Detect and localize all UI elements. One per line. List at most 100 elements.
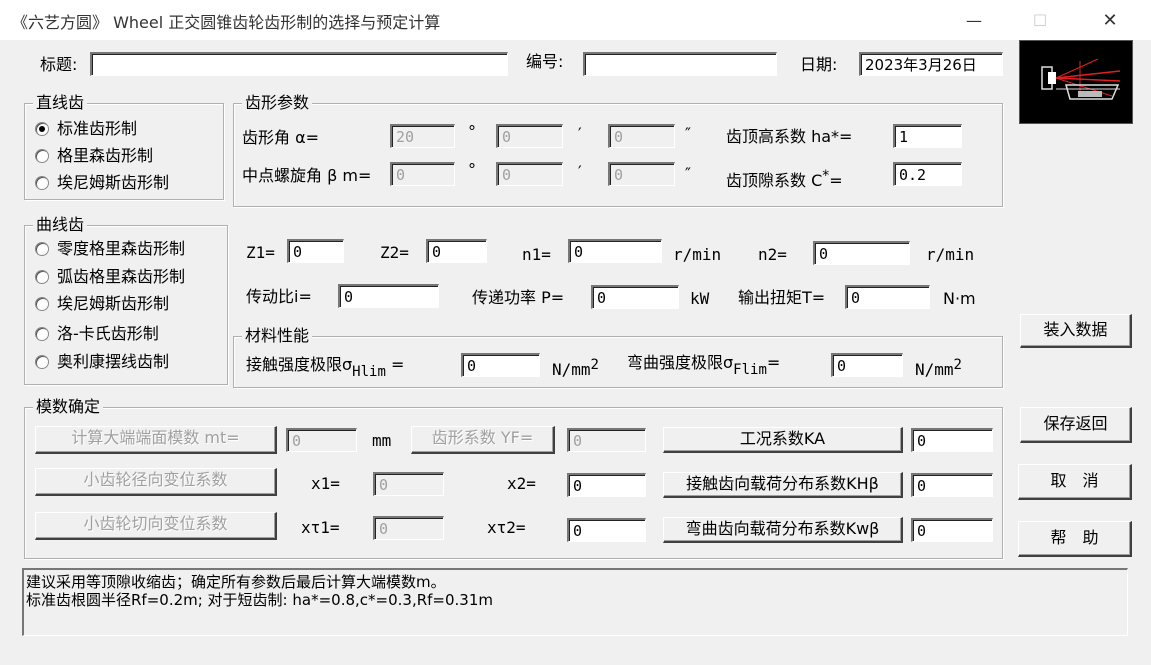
radio-label: 埃尼姆斯齿形制	[57, 294, 170, 313]
note-line: 建议采用等顶隙收缩齿；确定所有参数后最后计算大端模数m。	[26, 573, 446, 591]
min-symbol: ′	[578, 124, 582, 143]
close-button[interactable]: ✕	[1087, 0, 1133, 40]
radio-straight-standard[interactable]: 标准齿形制	[35, 119, 137, 139]
torque-unit: N·m	[943, 289, 976, 308]
notes-textarea[interactable]: 建议采用等顶隙收缩齿；确定所有参数后最后计算大端模数m。 标准齿根圆半径Rf=0…	[22, 568, 1128, 636]
load-data-button[interactable]: 装入数据	[1020, 314, 1132, 348]
close-icon: ✕	[1102, 9, 1118, 31]
contact-unit: N/mm2	[552, 357, 599, 379]
spiral-angle-label: 中点螺旋角 β m=	[242, 166, 372, 185]
bending-strength-label: 弯曲强度极限σFlim=	[627, 353, 781, 378]
bevel-gear-icon	[1041, 58, 1121, 100]
app-logo	[1019, 40, 1133, 124]
radio-curved-enims[interactable]: 埃尼姆斯齿形制	[35, 294, 169, 314]
window-title: 《六艺方圆》 Wheel 正交圆锥齿轮齿形制的选择与预定计算	[12, 13, 441, 32]
minimize-button[interactable]: —	[951, 0, 997, 40]
spiral-angle-deg-input: 0	[390, 162, 455, 186]
pressure-angle-min-input: 0	[496, 124, 563, 148]
torque-input[interactable]: 0	[845, 285, 930, 309]
power-label: 传递功率 P=	[472, 288, 565, 307]
x2-label: x2=	[507, 474, 536, 493]
curved-tooth-group: 曲线齿 零度格里森齿形制 弧齿格里森齿形制 埃尼姆斯齿形制 洛-卡氏齿形制 奥利…	[24, 216, 228, 385]
radio-icon	[35, 270, 49, 284]
ka-input[interactable]: 0	[911, 428, 993, 452]
cancel-button[interactable]: 取 消	[1018, 464, 1132, 500]
help-button[interactable]: 帮 助	[1018, 521, 1132, 557]
title-input[interactable]	[90, 52, 508, 76]
yf-input: 0	[567, 428, 646, 452]
torque-label: 输出扭矩T=	[738, 288, 826, 307]
z2-input[interactable]: 0	[426, 239, 487, 263]
ratio-label: 传动比i=	[246, 287, 312, 306]
contact-strength-label: 接触强度极限σHlim =	[246, 355, 405, 380]
power-unit: kW	[690, 289, 710, 308]
title-label: 标题:	[40, 55, 78, 74]
date-label: 日期:	[800, 55, 838, 74]
z1-input[interactable]: 0	[287, 239, 344, 263]
radio-icon	[35, 176, 49, 190]
contact-strength-input[interactable]: 0	[461, 353, 540, 377]
khb-button[interactable]: 接触齿向载荷分布系数KHβ	[663, 472, 903, 498]
curved-tooth-group-title: 曲线齿	[33, 216, 88, 234]
kwb-input[interactable]: 0	[911, 518, 993, 542]
maximize-icon: ☐	[1032, 10, 1048, 30]
addendum-input[interactable]: 1	[893, 124, 962, 148]
addendum-label: 齿顶高系数 ha*=	[726, 127, 853, 146]
z2-label: Z2=	[380, 243, 409, 262]
number-input[interactable]	[583, 52, 777, 76]
sec-symbol: ″	[685, 124, 691, 143]
calc-mt-button[interactable]: 计算大端端面模数 mt=	[35, 426, 277, 454]
radio-icon	[35, 355, 49, 369]
khb-input[interactable]: 0	[911, 473, 993, 497]
radio-straight-enims[interactable]: 埃尼姆斯齿形制	[35, 173, 169, 193]
kwb-button[interactable]: 弯曲齿向载荷分布系数Kwβ	[663, 517, 903, 543]
save-return-button[interactable]: 保存返回	[1020, 407, 1132, 443]
power-input[interactable]: 0	[591, 285, 679, 309]
clearance-input[interactable]: 0.2	[893, 162, 962, 186]
module-group-title: 模数确定	[33, 398, 104, 416]
n2-input[interactable]: 0	[813, 241, 910, 265]
radio-straight-gleason[interactable]: 格里森齿形制	[35, 146, 153, 166]
pressure-angle-sec-input: 0	[608, 124, 675, 148]
straight-tooth-group-title: 直线齿	[33, 94, 88, 112]
mt-input: 0	[286, 428, 357, 452]
note-line: 标准齿根圆半径Rf=0.2m; 对于短齿制: ha*=0.8,c*=0.3,Rf…	[26, 591, 493, 609]
radio-icon	[35, 149, 49, 163]
yf-button[interactable]: 齿形系数 YF=	[411, 426, 555, 454]
tangential-shift-button[interactable]: 小齿轮切向变位系数	[35, 512, 277, 540]
module-group: 模数确定 计算大端端面模数 mt= 0 mm 齿形系数 YF= 0 工况系数KA…	[24, 398, 1003, 559]
pressure-angle-deg-input: 20	[390, 124, 455, 148]
material-group: 材料性能 接触强度极限σHlim = 0 N/mm2 弯曲强度极限σFlim= …	[233, 327, 1003, 388]
radio-label: 标准齿形制	[57, 119, 138, 138]
bending-strength-input[interactable]: 0	[831, 353, 903, 377]
radio-label: 零度格里森齿形制	[57, 239, 186, 258]
n1-label: n1=	[522, 245, 551, 264]
z1-label: Z1=	[246, 243, 275, 262]
x2-input[interactable]: 0	[567, 473, 646, 497]
min-symbol: ′	[578, 162, 582, 181]
x1-label: x1=	[311, 474, 340, 493]
radio-curved-spiral-gleason[interactable]: 弧齿格里森齿形制	[35, 267, 185, 287]
radial-shift-button[interactable]: 小齿轮径向变位系数	[35, 468, 277, 496]
ka-button[interactable]: 工况系数KA	[663, 427, 903, 453]
radio-icon	[35, 297, 49, 311]
xt1-input: 0	[373, 516, 444, 540]
radio-curved-zerol[interactable]: 零度格里森齿形制	[35, 239, 185, 259]
n1-input[interactable]: 0	[568, 239, 662, 263]
tooth-params-group: 齿形参数 齿形角 α= 20 ° 0 ′ 0 ″ 齿顶高系数 ha*= 1 中点…	[233, 94, 1003, 207]
clearance-label: 齿顶隙系数 C*=	[726, 168, 843, 190]
material-group-title: 材料性能	[242, 327, 313, 345]
radio-curved-klingelnberg[interactable]: 洛-卡氏齿形制	[35, 324, 159, 344]
radio-curved-oerlikon[interactable]: 奥利康摆线齿制	[35, 352, 169, 372]
radio-label: 奥利康摆线齿制	[57, 352, 170, 371]
mt-unit: mm	[372, 431, 392, 450]
ratio-input[interactable]: 0	[338, 284, 439, 308]
xt2-input[interactable]: 0	[567, 518, 646, 542]
xt1-label: xτ1=	[301, 518, 340, 537]
bending-unit: N/mm2	[915, 357, 962, 379]
date-input[interactable]: 2023年3月26日	[859, 52, 1003, 76]
radio-label: 洛-卡氏齿形制	[57, 324, 159, 343]
spiral-angle-min-input: 0	[496, 162, 563, 186]
number-label: 编号:	[526, 52, 564, 71]
radio-icon	[35, 242, 49, 256]
